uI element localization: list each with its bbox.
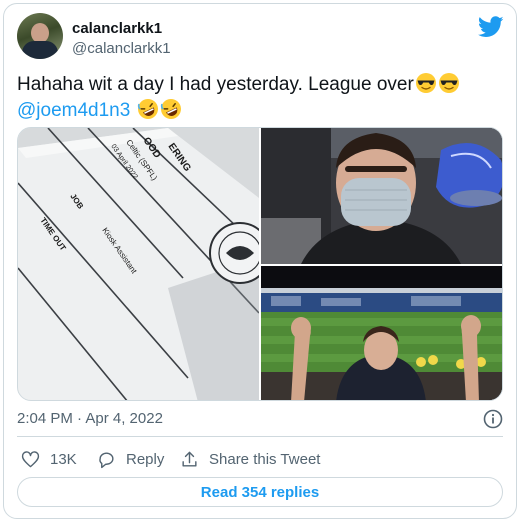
share-label: Share this Tweet — [209, 450, 321, 468]
smiling-face-with-sunglasses-emoji — [415, 73, 436, 93]
tweet-actions: 13K Reply Share this Tweet — [17, 448, 503, 470]
like-count: 13K — [50, 450, 77, 468]
media-grid: ERING OOD Celtic (SPFL) 03 April 2022 JO… — [17, 127, 503, 401]
author-handle[interactable]: @calanclarkk1 — [72, 40, 171, 57]
read-replies-label: Read 354 replies — [200, 483, 320, 501]
share-icon — [182, 451, 197, 467]
reply-label: Reply — [126, 450, 165, 468]
divider — [17, 436, 503, 437]
twitter-bird-icon[interactable] — [478, 16, 504, 38]
smiling-face-with-sunglasses-emoji — [438, 73, 459, 93]
heart-icon — [21, 450, 40, 467]
mention-link[interactable]: @joem4d1n3 — [17, 100, 130, 121]
tweet-meta: 2:04 PM · Apr 4, 2022 — [17, 409, 503, 430]
tweet-text-block: Hahaha wit a day I had yesterday. League… — [17, 72, 497, 124]
photo-ticket[interactable]: ERING OOD Celtic (SPFL) 03 April 2022 JO… — [18, 128, 259, 400]
reply-button[interactable]: Reply — [97, 448, 164, 470]
tweet-text: Hahaha wit a day I had yesterday. League… — [17, 74, 414, 95]
tweet-timestamp[interactable]: 2:04 PM · Apr 4, 2022 — [17, 410, 163, 427]
photo-masked-selfie[interactable] — [261, 128, 502, 264]
read-replies-button[interactable]: Read 354 replies — [17, 477, 503, 507]
rolling-on-the-floor-laughing-emoji — [137, 99, 158, 119]
info-icon[interactable] — [483, 409, 503, 429]
rolling-on-the-floor-laughing-emoji — [160, 99, 181, 119]
like-button[interactable]: 13K — [21, 448, 77, 470]
reply-icon — [99, 451, 114, 468]
photo-stadium[interactable] — [261, 266, 502, 400]
author-display-name[interactable]: calanclarkk1 — [72, 20, 162, 37]
rangers-crest-stamp — [209, 222, 259, 284]
avatar[interactable] — [17, 13, 63, 59]
share-button[interactable]: Share this Tweet — [180, 448, 320, 470]
